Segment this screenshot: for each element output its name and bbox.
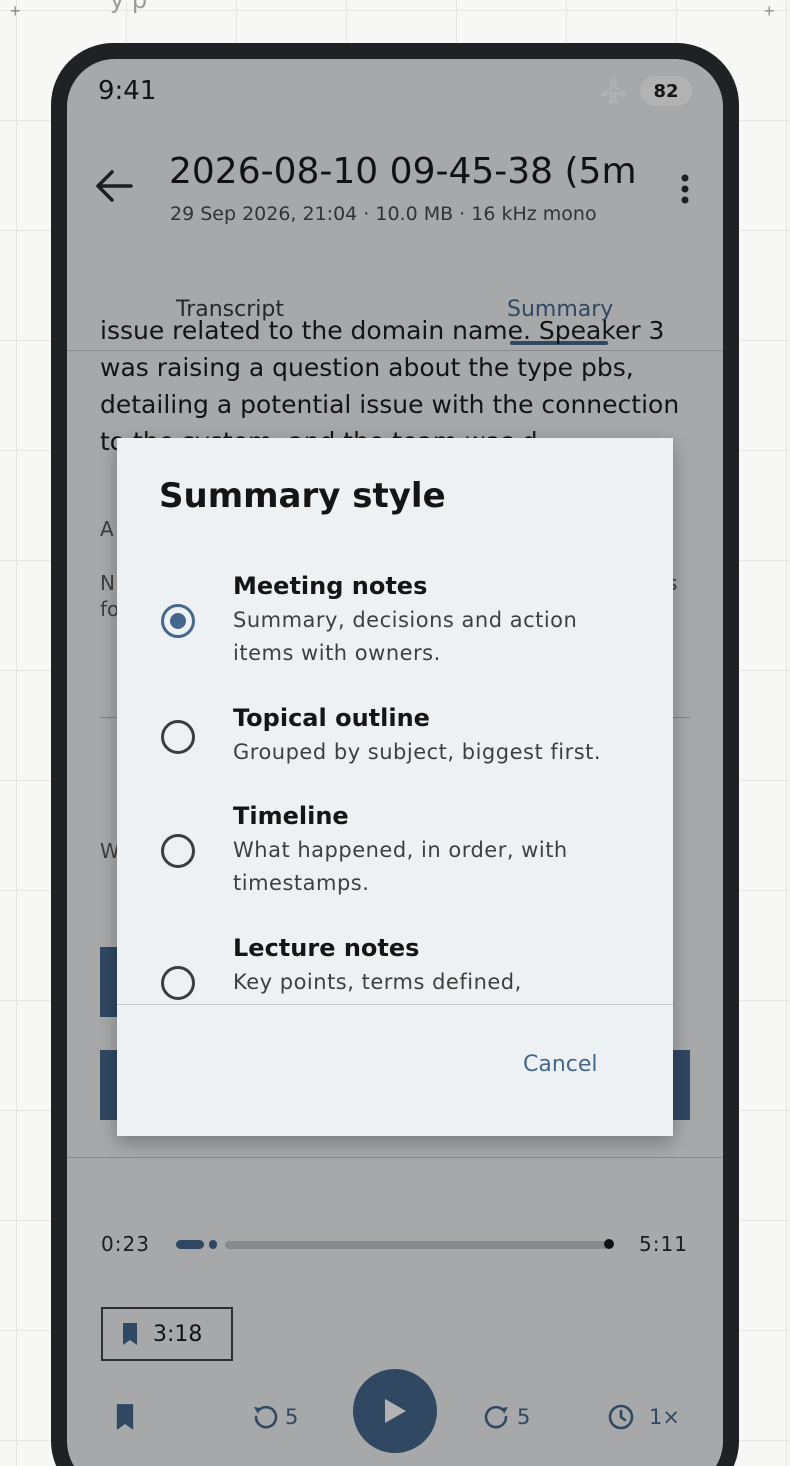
dialog-divider [117, 1004, 673, 1005]
summary-style-dialog: Summary style Meeting notes Summary, dec… [117, 438, 673, 1136]
option-description: Grouped by subject, biggest first. [233, 740, 602, 764]
option-description: Summary, decisions and action items with… [233, 608, 578, 665]
option-title: Topical outline [233, 704, 430, 732]
phone-frame: 9:41 82 2026-08-10 09-45-38 (5mi... 29 S… [51, 43, 739, 1466]
radio-selected[interactable] [161, 604, 195, 638]
option-title: Meeting notes [233, 572, 428, 600]
option-description: Key points, terms defined, questions rai… [233, 970, 522, 1004]
cancel-button[interactable]: Cancel [523, 1052, 598, 1077]
option-title: Timeline [233, 802, 349, 830]
phone-screen: 9:41 82 2026-08-10 09-45-38 (5mi... 29 S… [67, 59, 723, 1466]
option-meeting-notes[interactable]: Meeting notes Summary, decisions and act… [117, 564, 673, 674]
option-lecture-notes[interactable]: Lecture notes Key points, terms defined,… [117, 928, 673, 1004]
option-description: What happened, in order, with timestamps… [233, 838, 568, 895]
option-title: Lecture notes [233, 934, 420, 962]
radio-unselected[interactable] [161, 720, 195, 754]
radio-unselected[interactable] [161, 966, 195, 1000]
option-topical-outline[interactable]: Topical outline Grouped by subject, bigg… [117, 698, 673, 778]
radio-unselected[interactable] [161, 834, 195, 868]
corner-mark: + [10, 1, 21, 21]
corner-mark: + [764, 1, 775, 21]
background-top-text: y p [110, 0, 148, 14]
summary-style-options: Meeting notes Summary, decisions and act… [117, 548, 673, 1004]
dialog-title: Summary style [159, 476, 446, 516]
option-timeline[interactable]: Timeline What happened, in order, with t… [117, 796, 673, 906]
